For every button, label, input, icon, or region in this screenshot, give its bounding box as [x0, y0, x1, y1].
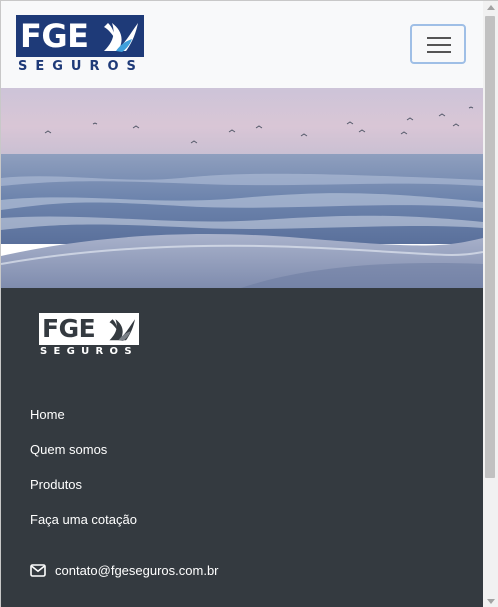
- logo-sub-text: SEGUROS: [18, 59, 144, 74]
- navbar: FGE SEGUROS: [1, 1, 483, 88]
- contact-email[interactable]: contato@fgeseguros.com.br: [30, 563, 219, 578]
- scrollbar-thumb[interactable]: [485, 16, 495, 478]
- footer-logo-main-text: FGE: [42, 314, 96, 343]
- footer-brand-mark-icon: [109, 319, 135, 341]
- contact-email-text: contato@fgeseguros.com.br: [55, 563, 219, 578]
- footer: FGE SEGUROS Home Quem somos Produtos Faç…: [1, 288, 483, 607]
- footer-link-quem-somos[interactable]: Quem somos: [30, 441, 137, 476]
- vertical-scrollbar[interactable]: [483, 1, 498, 607]
- footer-link-produtos[interactable]: Produtos: [30, 476, 137, 511]
- envelope-icon: [30, 564, 46, 577]
- footer-logo-badge: FGE: [39, 313, 139, 345]
- scroll-up-arrow-icon[interactable]: [487, 5, 495, 10]
- footer-link-home[interactable]: Home: [30, 406, 137, 441]
- hamburger-bar: [427, 51, 451, 53]
- logo-main-text: FGE: [20, 17, 89, 55]
- hero-banner-image: [1, 88, 483, 288]
- brand-logo[interactable]: FGE SEGUROS: [16, 15, 144, 75]
- page-viewport: FGE SEGUROS FGE SEGUROS Home Quem somos …: [1, 1, 483, 607]
- scroll-down-arrow-icon[interactable]: [487, 599, 495, 604]
- footer-logo-sub-text: SEGUROS: [40, 346, 138, 357]
- footer-nav: Home Quem somos Produtos Faça uma cotaçã…: [30, 406, 137, 546]
- footer-link-cotacao[interactable]: Faça uma cotação: [30, 511, 137, 546]
- beach-scene-image: [1, 88, 483, 288]
- logo-badge: FGE: [16, 15, 144, 57]
- hamburger-menu-icon: [427, 37, 451, 39]
- hamburger-bar: [427, 44, 451, 46]
- brand-mark-icon: [104, 23, 138, 52]
- browser-window: FGE SEGUROS FGE SEGUROS Home Quem somos …: [0, 0, 498, 607]
- footer-brand-logo[interactable]: FGE SEGUROS: [39, 313, 139, 357]
- navbar-toggler-button[interactable]: [410, 24, 466, 64]
